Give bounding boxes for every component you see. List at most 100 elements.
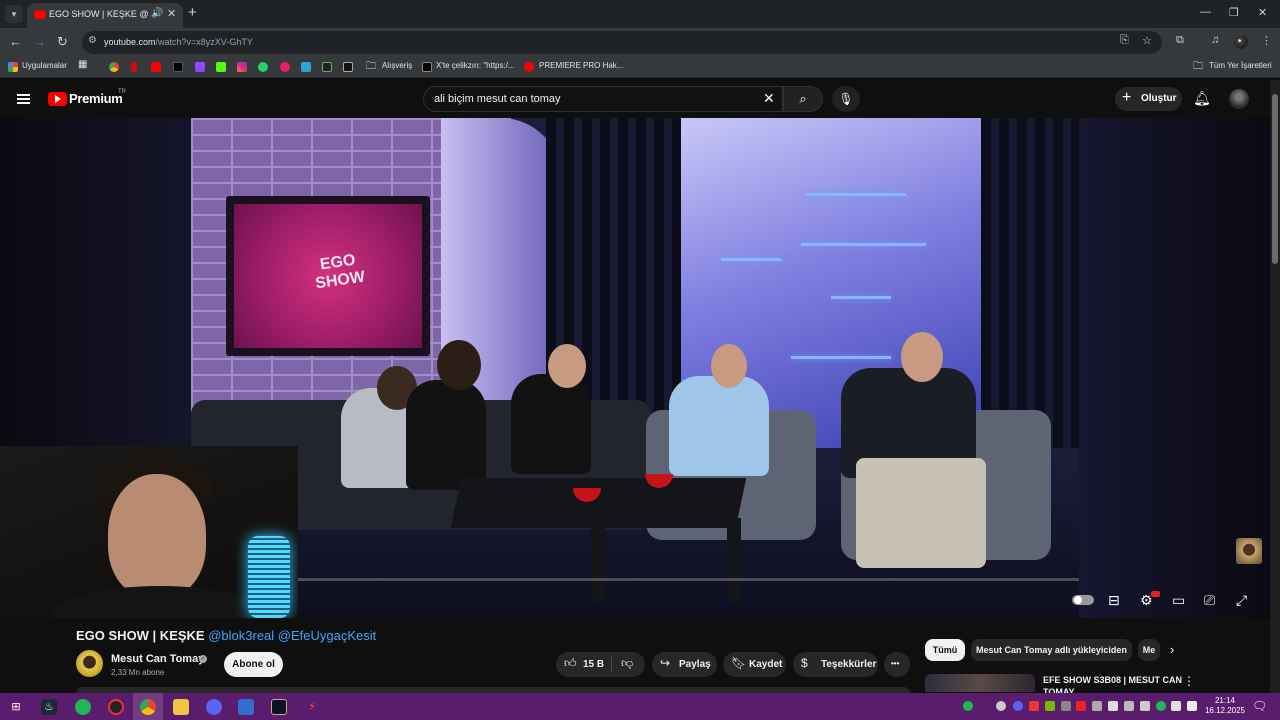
bookmark-green-l-icon[interactable]: [322, 62, 332, 72]
volume-icon[interactable]: [1187, 701, 1197, 711]
chip-from-uploader[interactable]: Mesut Can Tomay adlı yükleyiciden: [971, 639, 1132, 661]
theater-mode-icon[interactable]: ▭: [1172, 592, 1185, 609]
thanks-button[interactable]: $ Teşekkürler: [793, 652, 878, 677]
video-frame[interactable]: EGO SHOW: [191, 118, 1079, 618]
progress-bar[interactable]: [298, 578, 1079, 581]
league-icon[interactable]: [271, 699, 287, 715]
forward-icon[interactable]: →: [33, 34, 46, 49]
chip-all[interactable]: Tümü: [925, 639, 965, 661]
windows-start-icon[interactable]: ⊞: [8, 699, 24, 715]
chrome-menu-icon[interactable]: ⋮: [1261, 34, 1272, 47]
discord-icon[interactable]: [206, 699, 222, 715]
whatsapp-icon[interactable]: [258, 62, 268, 72]
page-scrollbar[interactable]: [1270, 80, 1280, 693]
chevron-right-icon[interactable]: ›: [1170, 642, 1174, 657]
premium-logo-text[interactable]: Premium: [69, 91, 123, 106]
mention-link[interactable]: @blok3real: [208, 628, 274, 643]
subtitles-icon[interactable]: ⊟: [1108, 592, 1120, 609]
extensions-icon[interactable]: ⧉: [1176, 34, 1184, 47]
chip-more[interactable]: Me: [1138, 639, 1160, 661]
autoplay-toggle[interactable]: [1072, 595, 1094, 605]
notification-center-icon[interactable]: 🗨: [1252, 699, 1267, 713]
bookmark-apps[interactable]: Uygulamalar: [22, 61, 67, 70]
bookmark-x-post[interactable]: X'te çelikzırı: "https:/...: [436, 61, 515, 70]
file-explorer-icon[interactable]: [173, 699, 189, 715]
spotify-icon[interactable]: [75, 699, 91, 715]
instagram-icon[interactable]: [237, 62, 247, 72]
close-window-icon[interactable]: ✕: [1258, 6, 1267, 19]
create-button[interactable]: + Oluştur: [1115, 87, 1182, 111]
tray-icon[interactable]: [1108, 701, 1118, 711]
bookmark-all[interactable]: Tüm Yer İşaretleri: [1209, 61, 1272, 70]
search-button[interactable]: ⌕: [783, 86, 823, 112]
close-tab-icon[interactable]: ✕: [167, 7, 176, 20]
channel-avatar[interactable]: [76, 650, 103, 677]
address-bar[interactable]: ⚙ youtube.com/watch?v=x8yzXV-GhTY: [82, 31, 1162, 54]
tray-nvidia-icon[interactable]: [1045, 701, 1055, 711]
share-button[interactable]: ↪ Paylaş: [652, 652, 717, 677]
taskbar-clock[interactable]: 21:14 16.12.2025: [1202, 696, 1248, 716]
tab-youtube[interactable]: EGO SHOW | KEŞKE @blok3real 🔊 ✕: [27, 3, 183, 28]
install-app-icon[interactable]: ⎘: [1120, 34, 1129, 47]
media-controls-icon[interactable]: ♫: [1211, 34, 1219, 46]
network-icon[interactable]: [1171, 701, 1181, 711]
reload-icon[interactable]: ↻: [57, 34, 68, 50]
steam-icon[interactable]: ♨: [41, 699, 57, 715]
x-bookmark-icon[interactable]: [173, 62, 183, 72]
restore-icon[interactable]: ❐: [1229, 6, 1239, 19]
bookmark-shopping[interactable]: Alışveriş: [382, 61, 412, 70]
youtube-logo-icon[interactable]: [48, 92, 67, 106]
bookmark-star-icon[interactable]: ☆: [1142, 34, 1152, 47]
scrollbar-thumb[interactable]: [1272, 94, 1278, 264]
voice-search-button[interactable]: 🎙: [832, 86, 860, 112]
mention-link[interactable]: @EfeUygaçKesit: [274, 628, 376, 643]
bookmark-premiere[interactable]: PREMIERE PRO Hak...: [539, 61, 623, 70]
kick-icon[interactable]: [216, 62, 226, 72]
wifi-icon[interactable]: [1124, 701, 1134, 711]
more-actions-button[interactable]: •••: [884, 652, 910, 677]
channel-name[interactable]: Mesut Can Tomay: [111, 653, 204, 665]
valorant-icon[interactable]: ⚡: [304, 699, 320, 715]
bookmark-red-icon[interactable]: [131, 62, 137, 72]
clear-search-icon[interactable]: ✕: [763, 90, 775, 107]
bookmark-pink-icon[interactable]: [280, 62, 290, 72]
recommended-more-icon[interactable]: ⋮: [1183, 674, 1195, 688]
obs-icon[interactable]: [108, 699, 124, 715]
search-input[interactable]: [434, 91, 754, 107]
grid-icon[interactable]: ▦: [78, 59, 87, 70]
new-tab-icon[interactable]: +: [188, 4, 197, 21]
site-info-icon[interactable]: ⚙: [88, 35, 97, 46]
google-icon[interactable]: [109, 62, 119, 72]
subscribe-button[interactable]: Abone ol: [224, 652, 283, 677]
fullscreen-icon[interactable]: ⤢: [1236, 592, 1247, 609]
tray-discord-icon[interactable]: [1013, 701, 1023, 711]
tray-icon[interactable]: [1076, 701, 1086, 711]
back-icon[interactable]: ←: [9, 34, 22, 49]
save-button[interactable]: 🔖︎ Kaydet: [723, 652, 786, 677]
account-avatar[interactable]: [1229, 89, 1249, 109]
minimize-icon[interactable]: —: [1200, 6, 1211, 18]
like-icon[interactable]: 👍︎: [564, 656, 577, 671]
tray-icon[interactable]: [1061, 701, 1071, 711]
notifications-bell-icon[interactable]: 🔔︎: [1193, 90, 1211, 107]
tray-icon[interactable]: [996, 701, 1006, 711]
menu-icon[interactable]: [17, 94, 30, 104]
tray-icon[interactable]: [1156, 701, 1166, 711]
channel-watermark[interactable]: [1236, 538, 1262, 564]
tray-icon[interactable]: [1092, 701, 1102, 711]
speaker-icon[interactable]: 🔊: [151, 8, 163, 19]
app-icon[interactable]: [238, 699, 254, 715]
dislike-icon[interactable]: 👎︎: [621, 656, 633, 671]
cast-icon[interactable]: ⎚: [1204, 592, 1215, 609]
bookmark-l-icon[interactable]: [301, 62, 311, 72]
like-count[interactable]: 15 B: [583, 659, 604, 670]
twitch-icon[interactable]: [195, 62, 205, 72]
chrome-icon[interactable]: [140, 699, 156, 715]
youtube-bookmark-icon[interactable]: [151, 62, 161, 72]
tab-search-button[interactable]: ▾: [5, 5, 23, 23]
bookmark-dark-icon[interactable]: [343, 62, 353, 72]
profile-avatar[interactable]: [1234, 35, 1248, 49]
tray-spotify-icon[interactable]: [963, 701, 973, 711]
recommended-title[interactable]: EFE SHOW S3B08 | MESUT CAN TOMAY: [1043, 674, 1183, 694]
recommended-thumbnail[interactable]: [925, 674, 1035, 692]
